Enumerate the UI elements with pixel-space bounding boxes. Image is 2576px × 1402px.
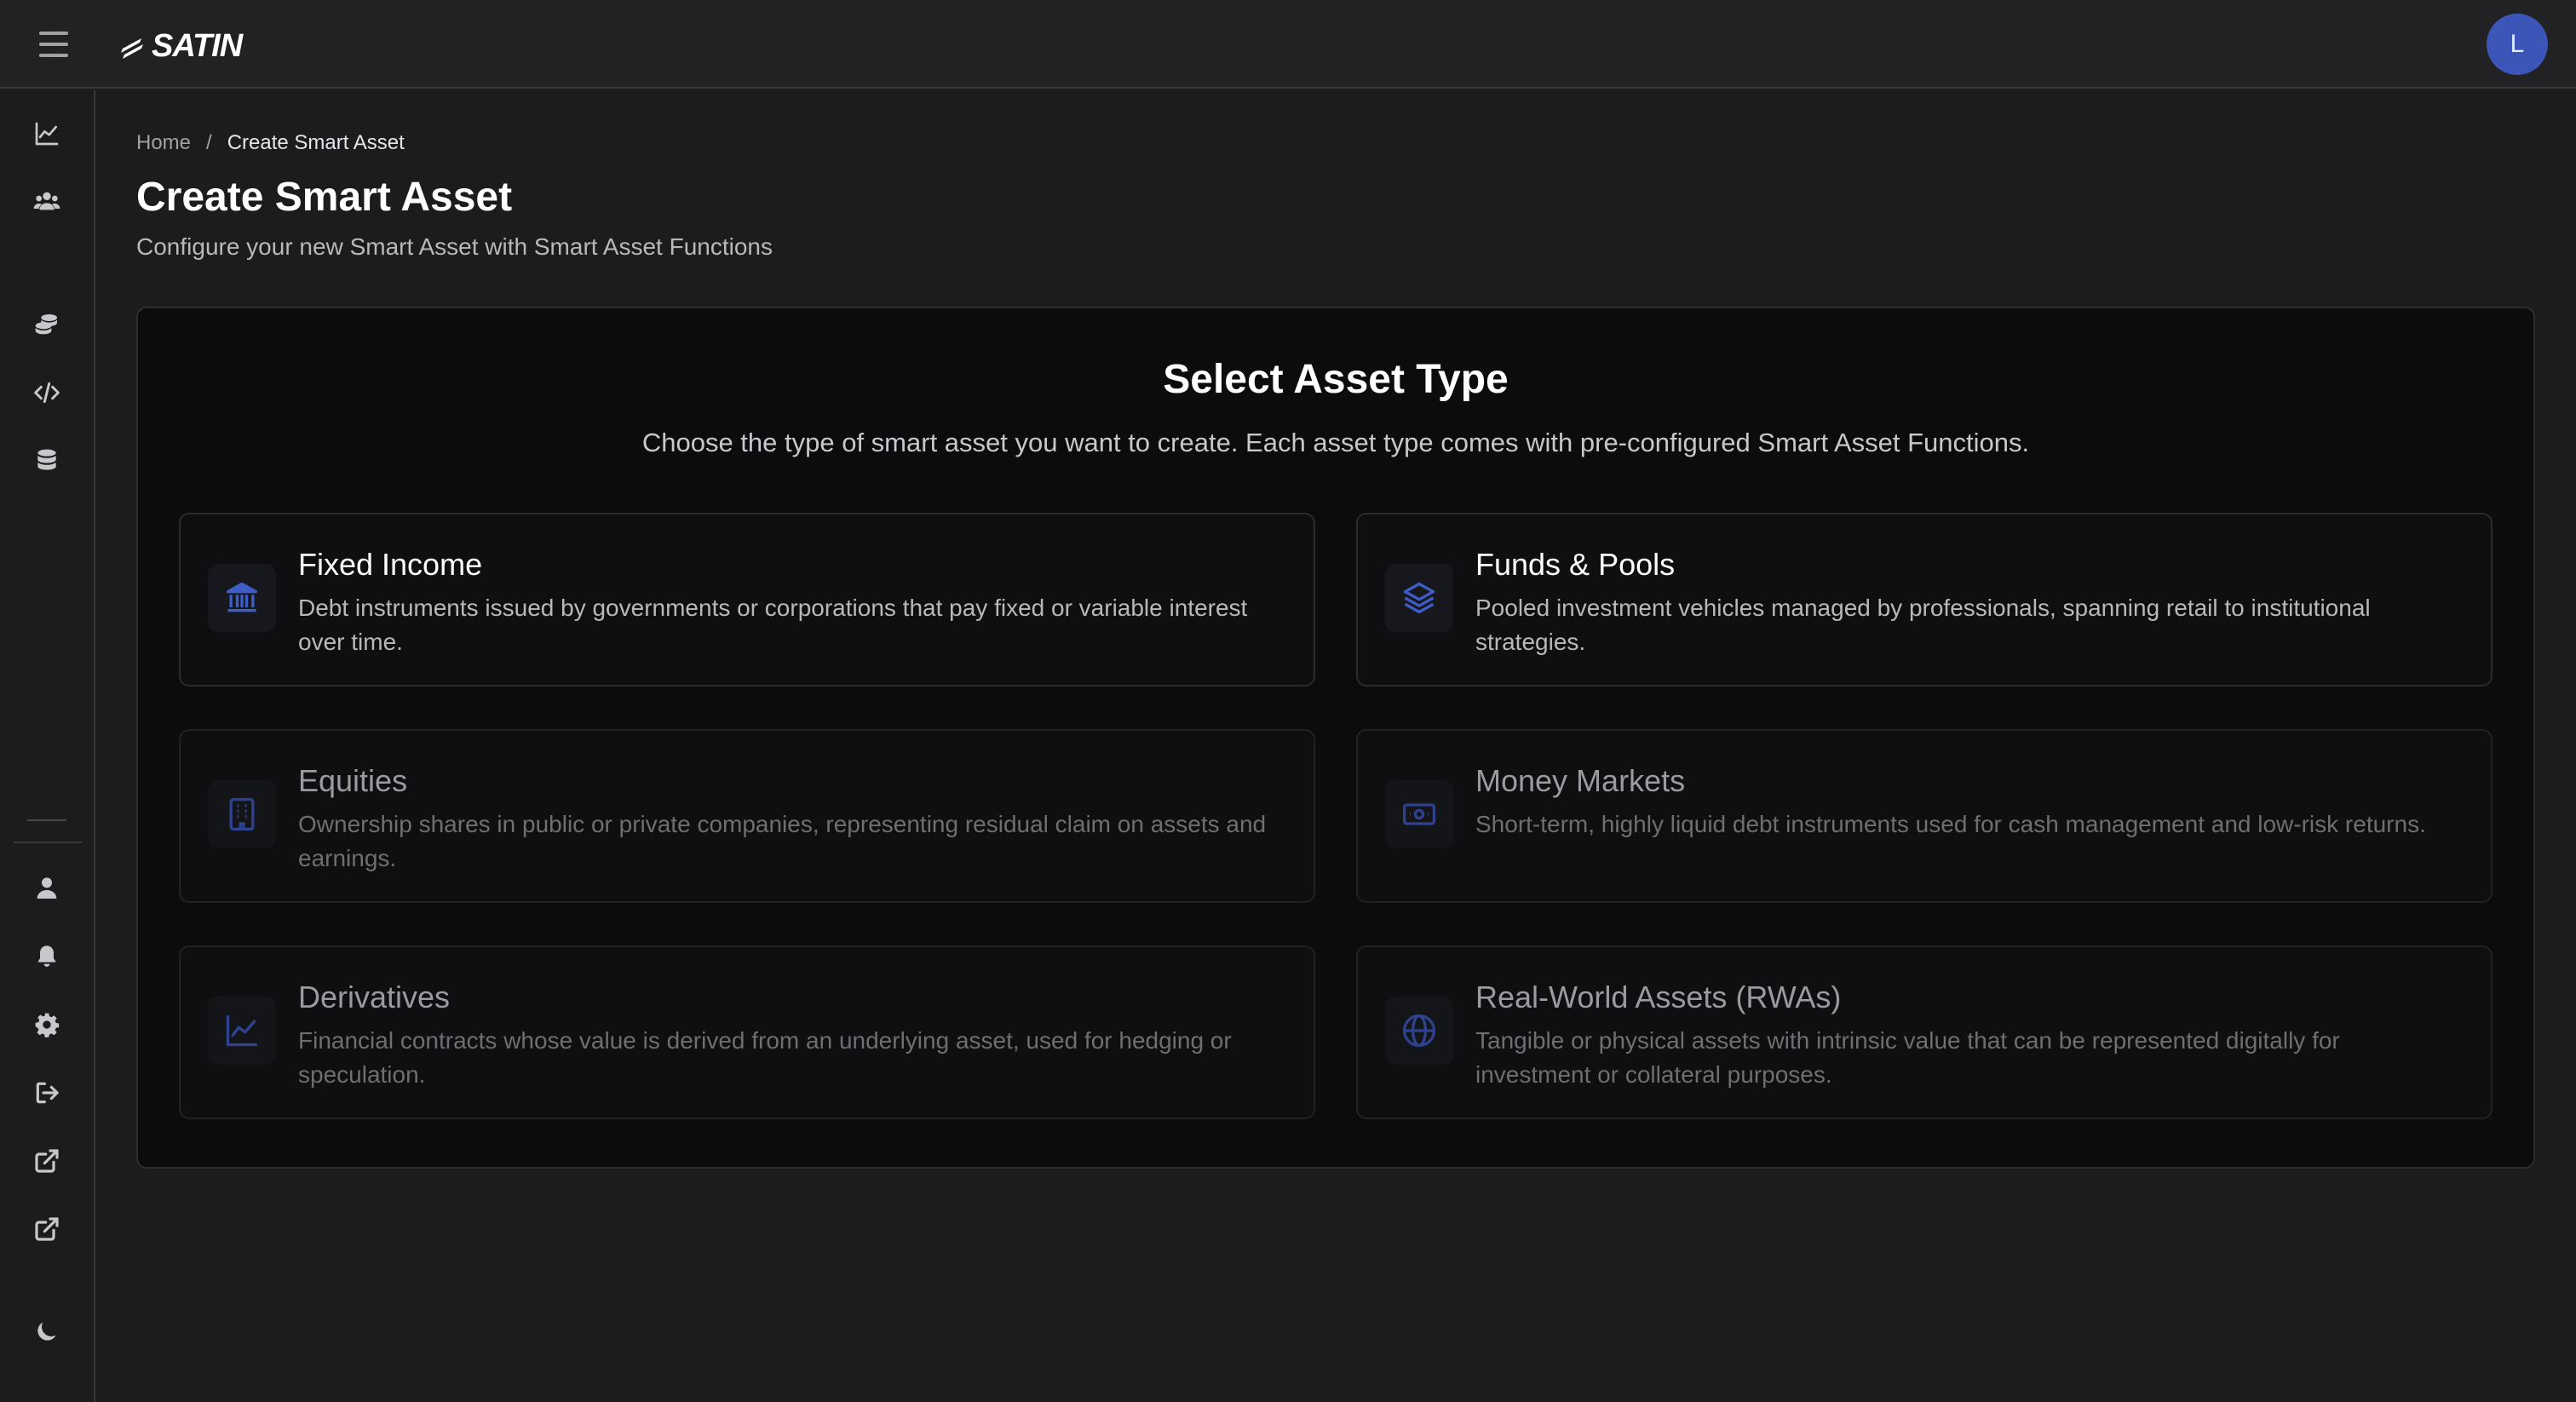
chart-line-icon: [35, 122, 59, 146]
hamburger-menu-icon[interactable]: [31, 26, 78, 63]
external-link-icon: [35, 1149, 59, 1173]
asset-card-title: Money Markets: [1475, 763, 1686, 798]
chart-line-icon-svg: [226, 1014, 258, 1047]
banknote-icon-svg: [1402, 803, 1436, 825]
asset-card-money-markets[interactable]: Money Markets Short-term, highly liquid …: [1356, 729, 2493, 903]
logo-mark-icon: [121, 38, 143, 59]
sidebar-item-developer[interactable]: [27, 373, 66, 412]
satin-logo[interactable]: SATIN: [118, 27, 243, 65]
sidebar-item-external-link-1[interactable]: [27, 1141, 66, 1181]
breadcrumb-current: Create Smart Asset: [227, 131, 405, 154]
banknote-icon: [1385, 780, 1453, 848]
asset-card-title: Fixed Income: [298, 547, 483, 582]
globe-icon: [1385, 997, 1453, 1065]
code-icon: [34, 382, 60, 404]
sidebar-item-external-link-2[interactable]: [27, 1210, 66, 1249]
asset-card-title: Equities: [298, 763, 408, 798]
building-icon-svg: [229, 797, 255, 831]
sidebar: [0, 90, 95, 1402]
asset-card-fixed-income[interactable]: Fixed Income Debt instruments issued by …: [179, 513, 1315, 687]
breadcrumb: Home / Create Smart Asset: [136, 131, 405, 155]
logo-text: SATIN: [152, 27, 243, 64]
sidebar-item-users[interactable]: [27, 182, 66, 221]
coins-icon: [35, 314, 57, 335]
sidebar-divider: [27, 819, 66, 821]
asset-card-description: Ownership shares in public or private co…: [298, 811, 1267, 871]
user-icon: [37, 877, 57, 899]
theme-toggle-button[interactable]: [27, 1312, 66, 1351]
bell-icon: [37, 945, 56, 967]
top-bar: SATIN L: [0, 0, 2576, 89]
breadcrumb-separator: /: [206, 131, 212, 154]
sidebar-item-analytics[interactable]: [27, 114, 66, 153]
page-title: Create Smart Asset: [136, 175, 513, 220]
asset-card-description: Pooled investment vehicles managed by pr…: [1475, 595, 2371, 655]
layers-icon: [1385, 564, 1453, 632]
chart-line-icon: [208, 997, 276, 1065]
sidebar-item-assets[interactable]: [27, 305, 66, 344]
external-link-icon: [35, 1217, 59, 1241]
panel-title: Select Asset Type: [1163, 357, 1509, 402]
bank-icon: [208, 564, 276, 632]
logout-icon: [36, 1082, 59, 1104]
avatar-initial: L: [2510, 30, 2525, 58]
sidebar-item-notifications[interactable]: [27, 937, 66, 976]
gear-icon: [35, 1013, 60, 1037]
asset-card-title: Derivatives: [298, 980, 451, 1014]
asset-card-title: Real-World Assets (RWAs): [1475, 980, 1842, 1014]
asset-card-description: Debt instruments issued by governments o…: [298, 595, 1248, 655]
sidebar-item-profile[interactable]: [27, 869, 66, 908]
page-subtitle: Configure your new Smart Asset with Smar…: [136, 233, 773, 260]
building-icon: [208, 780, 276, 848]
breadcrumb-home-link[interactable]: Home: [136, 131, 191, 155]
asset-card-description: Short-term, highly liquid debt instrumen…: [1475, 811, 2426, 837]
sidebar-item-logout[interactable]: [27, 1073, 66, 1112]
users-icon: [33, 192, 60, 210]
layers-icon-svg: [1403, 582, 1435, 614]
asset-card-title: Funds & Pools: [1475, 547, 1676, 582]
user-avatar[interactable]: L: [2487, 14, 2548, 75]
asset-card-real-world-assets[interactable]: Real-World Assets (RWAs) Tangible or phy…: [1356, 945, 2493, 1119]
sidebar-item-settings[interactable]: [27, 1005, 66, 1044]
asset-card-funds-pools[interactable]: Funds & Pools Pooled investment vehicles…: [1356, 513, 2493, 687]
asset-card-derivatives[interactable]: Derivatives Financial contracts whose va…: [179, 945, 1315, 1119]
bank-icon-svg: [226, 582, 258, 612]
globe-icon-svg: [1402, 1014, 1436, 1048]
asset-card-description: Tangible or physical assets with intrins…: [1475, 1027, 2340, 1088]
database-icon: [37, 449, 56, 470]
sidebar-divider: [14, 842, 82, 843]
asset-card-description: Financial contracts whose value is deriv…: [298, 1027, 1232, 1088]
moon-icon: [37, 1322, 56, 1341]
asset-type-panel: Select Asset Type Choose the type of sma…: [136, 307, 2535, 1169]
panel-description: Choose the type of smart asset you want …: [641, 428, 2030, 457]
main-content: Home / Create Smart Asset Create Smart A…: [97, 90, 2576, 1402]
sidebar-item-database[interactable]: [27, 441, 66, 480]
asset-card-equities[interactable]: Equities Ownership shares in public or p…: [179, 729, 1315, 903]
